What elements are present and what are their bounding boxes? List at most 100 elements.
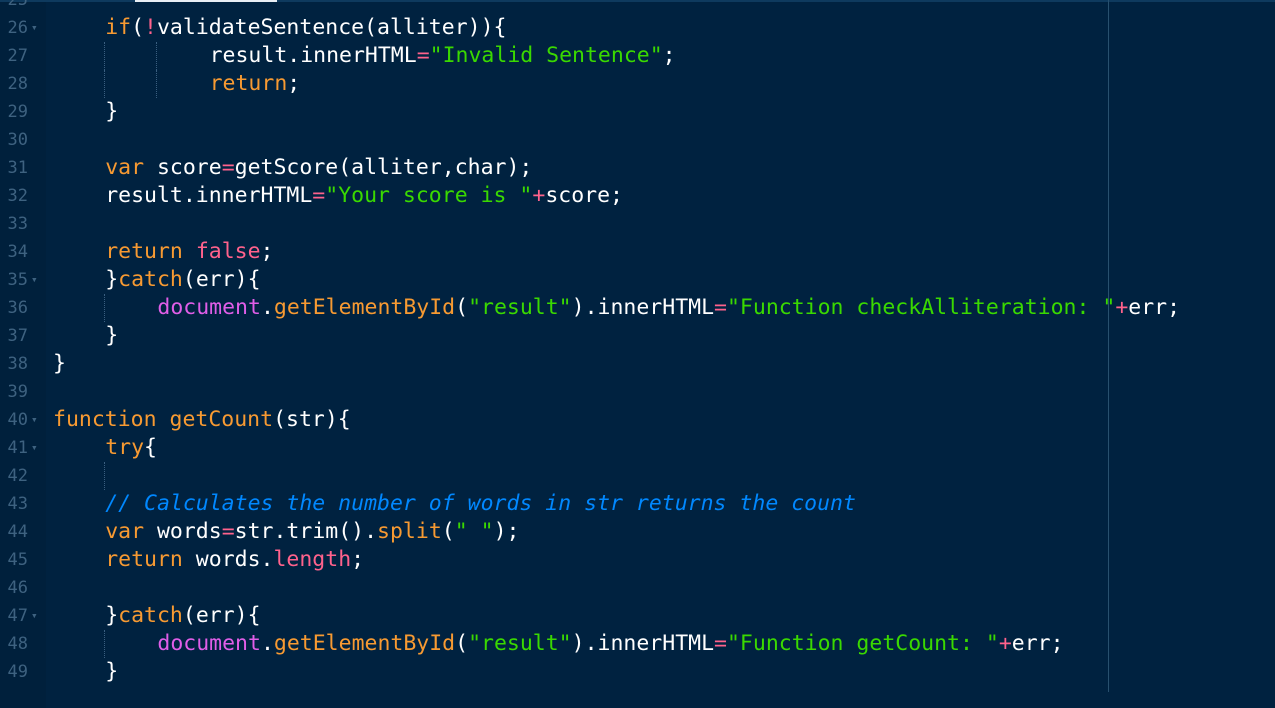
token-kw: return [105,547,183,572]
code-line[interactable]: 35 ▾ }catch(err){ [0,266,1275,294]
line-number: 44 [7,522,28,542]
token-id: err; [1128,295,1181,320]
code-text[interactable]: var score=getScore(alliter,char); [105,154,532,182]
code-text[interactable]: return words.length; [105,546,364,574]
line-number: 35 [7,270,28,290]
token-id: ; [287,71,301,96]
code-text[interactable]: } [105,658,118,686]
code-line[interactable]: 43 // Calculates the number of words in s… [0,490,1275,518]
code-line[interactable]: 47 ▾ }catch(err){ [0,602,1275,630]
code-line[interactable]: 29} [0,98,1275,126]
code-text[interactable]: } [53,350,66,378]
indent-guide [104,70,106,98]
code-line[interactable]: 40 ▾ function getCount(str){ [0,406,1275,434]
token-op: + [998,631,1012,656]
code-text[interactable]: function getCount(str){ [53,406,351,434]
code-text[interactable]: document.getElementById("result").innerH… [157,630,1063,658]
line-number: 48 [7,634,28,654]
token-op: = [714,295,727,320]
code-text[interactable]: document.getElementById("result").innerH… [157,294,1180,322]
token-id: (str){ [273,407,351,432]
token-id: . [260,631,274,656]
token-op: ! [144,15,157,40]
token-id: } [105,659,119,684]
token-id: ( [455,631,469,656]
fold-caret-down-icon[interactable]: ▾ [31,14,38,42]
code-line[interactable]: 31 var score=getScore(alliter,char); [0,154,1275,182]
fold-caret-down-icon[interactable]: ▾ [31,406,38,434]
code-line[interactable]: 44 var words=str.trim().split(" "); [0,518,1275,546]
code-line[interactable]: 30 [0,126,1275,154]
code-line[interactable]: 25 [0,0,1275,14]
token-kw: getElementById [273,631,456,656]
code-text[interactable]: if(!validateSentence(alliter)){ [105,14,506,42]
token-str: " " [454,519,494,544]
token-str: "Invalid Sentence" [429,43,663,68]
code-line[interactable]: 28 return; [0,70,1275,98]
token-id: words [144,519,222,544]
code-line[interactable]: 48 document.getElementById("result").inne… [0,630,1275,658]
code-line[interactable]: 49} [0,658,1275,686]
token-kw: var [105,519,145,544]
code-text[interactable]: } [105,98,118,126]
token-op: = [312,183,326,208]
token-id: (err){ [182,603,261,628]
code-text[interactable]: try{ [105,434,157,462]
indent-guide [156,70,158,98]
code-text[interactable]: var words=str.trim().split(" "); [105,518,519,546]
code-line[interactable]: 36 document.getElementById("result").inne… [0,294,1275,322]
code-text[interactable]: return false; [105,238,273,266]
token-id: ( [131,15,145,40]
line-number: 25 [7,0,28,10]
token-id: . [260,295,274,320]
token-id: str.trim(). [234,519,378,544]
code-editor[interactable]: 25 26 ▾ if(!validateSentence(alliter)){27 re… [0,0,1275,708]
token-cmt: // Calculates the number of words in str… [105,491,856,516]
code-text[interactable]: }catch(err){ [105,602,260,630]
token-str: "Function checkAlliteration: " [726,295,1116,320]
code-line[interactable]: 34 return false; [0,238,1275,266]
code-line[interactable]: 37} [0,322,1275,350]
code-text[interactable]: }catch(err){ [105,266,260,294]
token-id: words. [182,547,274,572]
token-id: (err){ [182,267,261,292]
line-number: 47 [7,606,28,626]
token-id: ; [260,239,274,264]
code-line[interactable]: 38} [0,350,1275,378]
token-op: + [1115,295,1129,320]
token-id: } [105,323,119,348]
code-line[interactable]: 46 [0,574,1275,602]
fold-caret-down-icon[interactable]: ▾ [31,434,38,462]
code-line[interactable]: 27 result.innerHTML="Invalid Sentence"; [0,42,1275,70]
line-number: 26 [7,18,28,38]
token-id: getScore(alliter,char); [234,155,533,180]
fold-caret-down-icon[interactable]: ▾ [31,602,38,630]
code-line[interactable]: 32 result.innerHTML="Your score is "+scor… [0,182,1275,210]
code-text[interactable]: } [105,322,118,350]
code-text[interactable]: return; [210,70,301,98]
code-text[interactable]: result.innerHTML="Your score is "+score; [105,182,623,210]
token-bool: false [195,239,261,264]
line-number: 46 [7,578,28,598]
code-line[interactable]: 33 [0,210,1275,238]
token-id: score [144,155,222,180]
code-line[interactable]: 41 ▾ try{ [0,434,1275,462]
indent-guide [104,42,106,70]
token-kw: split [377,519,442,544]
code-line[interactable]: 26 ▾ if(!validateSentence(alliter)){ [0,14,1275,42]
line-number: 40 [7,410,28,430]
token-str: "Function getCount: " [726,631,999,656]
token-id: result.innerHTML [105,183,313,208]
code-line[interactable]: 39 [0,378,1275,406]
token-op: = [416,43,430,68]
token-dom: document [157,631,261,656]
fold-caret-down-icon[interactable]: ▾ [31,266,38,294]
code-line[interactable]: 45 return words.length; [0,546,1275,574]
token-id: ).innerHTML [571,631,715,656]
code-text[interactable]: // Calculates the number of words in str… [105,490,856,518]
token-kw: catch [118,603,183,628]
code-text[interactable]: result.innerHTML="Invalid Sentence"; [210,42,676,70]
code-line[interactable]: 42 [0,462,1275,490]
token-id: { [144,435,157,460]
token-kw: var [105,155,145,180]
